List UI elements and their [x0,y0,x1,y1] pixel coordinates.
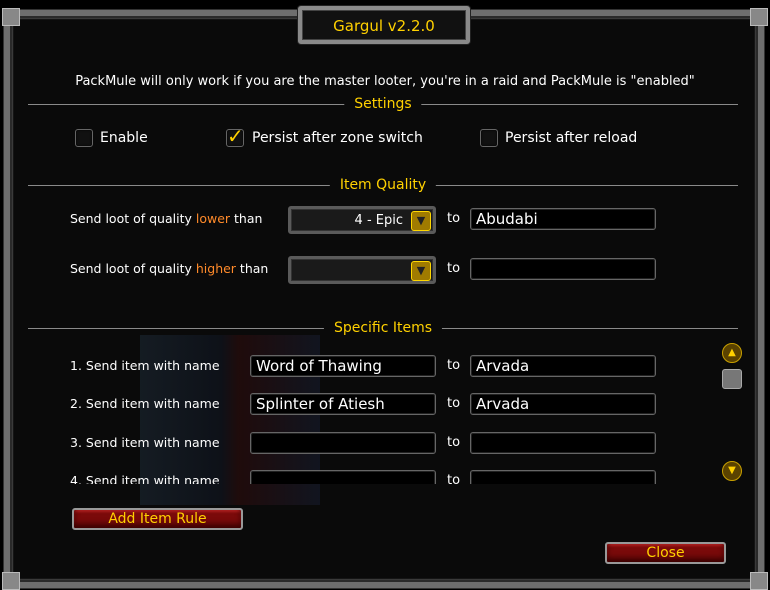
quality-higher-target-input[interactable] [470,258,656,280]
title-box[interactable]: Gargul v2.2.0 [298,6,470,44]
item-name-input[interactable]: Word of Thawing [250,355,436,377]
checkmark-icon: ✓ [227,124,244,148]
scroll-down-icon[interactable]: ▼ [722,461,742,481]
item-rule-label: 3. Send item with name [70,435,220,450]
specific-items-heading-label: Specific Items [323,320,443,336]
persist-reload-label: Persist after reload [505,130,638,146]
to-label: to [447,396,461,411]
item-name-input[interactable] [250,432,436,454]
corner-ornament [2,572,20,590]
specific-items-heading: Specific Items [28,320,738,336]
close-button[interactable]: Close [605,542,726,564]
settings-heading-label: Settings [344,96,422,112]
scroll-up-icon[interactable]: ▲ [722,343,742,363]
quality-lower-target-input[interactable]: Abudabi [470,208,656,230]
item-list-scrollbar[interactable]: ▲ ▼ [721,343,742,483]
quality-lower-label: Send loot of quality lower than [70,211,263,226]
corner-ornament [2,8,20,26]
window-title: Gargul v2.2.0 [333,17,435,35]
corner-ornament [750,8,768,26]
quality-lower-value: 4 - Epic [354,213,403,228]
corner-ornament [750,572,768,590]
enable-checkbox[interactable] [75,129,93,147]
persist-reload-checkbox[interactable] [480,129,498,147]
scroll-thumb[interactable] [722,369,742,389]
settings-heading: Settings [28,96,738,112]
persist-zone-label: Persist after zone switch [252,130,423,146]
item-quality-heading: Item Quality [28,177,738,193]
to-label: to [447,473,461,484]
item-target-input[interactable]: Arvada [470,393,656,415]
to-label: to [447,261,461,276]
persist-zone-checkbox[interactable]: ✓ [226,124,244,148]
add-item-rule-button[interactable]: Add Item Rule [72,508,243,530]
item-name-input[interactable] [250,470,436,484]
quality-lower-dropdown[interactable]: 4 - Epic ▼ [288,206,436,234]
quality-higher-label: Send loot of quality higher than [70,261,269,276]
enable-label: Enable [100,130,148,146]
to-label: to [447,435,461,450]
item-quality-heading-label: Item Quality [329,177,437,193]
to-label: to [447,358,461,373]
info-text: PackMule will only work if you are the m… [75,74,695,89]
item-rule-label: 4. Send item with name [70,473,220,484]
chevron-down-icon[interactable]: ▼ [411,261,431,281]
item-name-input[interactable]: Splinter of Atiesh [250,393,436,415]
to-label: to [447,211,461,226]
chevron-down-icon[interactable]: ▼ [411,211,431,231]
quality-higher-dropdown[interactable]: ▼ [288,256,436,284]
item-row-clip: 4. Send item with name to [60,468,680,484]
item-rule-label: 2. Send item with name [70,396,220,411]
item-target-input[interactable] [470,470,656,484]
item-target-input[interactable] [470,432,656,454]
item-target-input[interactable]: Arvada [470,355,656,377]
item-rule-label: 1. Send item with name [70,358,220,373]
